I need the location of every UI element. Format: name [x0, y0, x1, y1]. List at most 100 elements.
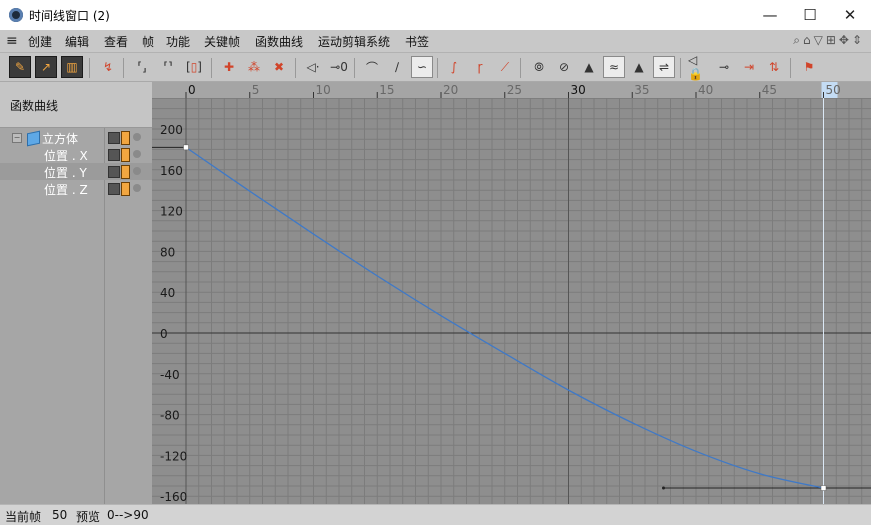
search-icon[interactable]: ⌕	[793, 33, 803, 47]
track-dot-icon[interactable]	[133, 184, 141, 192]
snap-key-icon[interactable]: ⚑	[798, 56, 820, 78]
menu-frame[interactable]: 帧	[142, 33, 154, 50]
menu-bookmarks[interactable]: 书签	[405, 33, 429, 50]
y-tick-label: 0	[160, 327, 168, 341]
track-edit-icon[interactable]	[108, 166, 120, 178]
window-title: 时间线窗口 (2)	[29, 9, 110, 23]
menu-functions[interactable]: 功能	[166, 33, 190, 50]
fcurve-mode-icon[interactable]: ↗	[35, 56, 57, 78]
ease-both-icon[interactable]: ⟋	[494, 56, 516, 78]
track-label: 位置 . Y	[44, 166, 87, 180]
zero-length-tangent-icon[interactable]: ◁·	[302, 56, 324, 78]
motion-mode-icon[interactable]: ▥	[61, 56, 83, 78]
nav-tools[interactable]: ⌕⌂▽⊞✥⇕	[793, 33, 865, 48]
clamp-tangent-icon[interactable]: ⦾	[528, 56, 550, 78]
fcurve-chart[interactable]: 0 5 10 15 20 25 30 35 40 45 50 200 160 120 80 40 0 -40 -80…	[152, 82, 871, 504]
lock-time-icon[interactable]: ▲	[628, 56, 650, 78]
menu-view[interactable]: 查看	[104, 33, 128, 50]
hamburger-icon[interactable]: ≡	[6, 34, 18, 48]
menu-edit[interactable]: 编辑	[65, 33, 89, 50]
new-window-icon[interactable]: ⊞	[826, 33, 839, 47]
key-mode-icon[interactable]: ✎	[9, 56, 31, 78]
menu-bar: ≡ 创建 编辑 查看 帧 功能 关键帧 函数曲线 运动剪辑系统 书签 ⌕⌂▽⊞✥…	[0, 30, 871, 53]
spline-interp-icon[interactable]: ⌒	[361, 56, 383, 78]
ruler-tick-label: 45	[762, 83, 777, 97]
keyframe-select-icon[interactable]: ↯	[97, 56, 119, 78]
y-tick-label: -40	[160, 368, 180, 382]
filter-icon[interactable]: ▽	[814, 33, 826, 47]
frame-all-icon[interactable]: ⸢⸣	[157, 56, 179, 78]
y-tick-label: 40	[160, 286, 175, 300]
add-key-icon[interactable]: ✚	[218, 56, 240, 78]
move-view-icon[interactable]: ✥	[839, 33, 852, 47]
current-frame-label: 当前帧	[5, 510, 42, 524]
remove-keys-icon[interactable]: ✖	[268, 56, 290, 78]
collapse-icon[interactable]: −	[12, 133, 22, 143]
menu-fcurve[interactable]: 函数曲线	[255, 33, 303, 50]
track-filmstrip-icon[interactable]	[121, 165, 130, 179]
track-row-pos-z[interactable]: 位置 . Z	[0, 180, 152, 197]
step-interp-icon[interactable]: ∽	[411, 56, 433, 78]
y-tick-label: 160	[160, 164, 183, 178]
graph-background	[152, 82, 871, 504]
frame-selected-icon[interactable]: [▯]	[183, 56, 205, 78]
track-filmstrip-icon[interactable]	[121, 148, 130, 162]
menu-motion-system[interactable]: 运动剪辑系统	[318, 33, 390, 50]
fcurve-graph[interactable]: 0 5 10 15 20 25 30 35 40 45 50 200 160 120 80 40 0 -40 -80…	[152, 82, 871, 504]
tangent-handle-dot	[662, 486, 665, 490]
ruler-tick-label: 20	[443, 83, 458, 97]
track-row-cube[interactable]: − 立方体	[0, 129, 152, 147]
menu-key[interactable]: 关键帧	[204, 33, 240, 50]
y-tick-label: -120	[160, 449, 187, 463]
track-edit-icon[interactable]	[108, 132, 120, 144]
ruler-tick-label: 10	[316, 83, 331, 97]
track-list-panel: 函数曲线 − 立方体 位置 . X 位置 . Y 位置 . Z	[0, 82, 152, 504]
ruler-tick-label: 5	[252, 83, 260, 97]
lock-key-value-icon[interactable]: ⇅	[763, 56, 785, 78]
maximize-button[interactable]: ☐	[790, 0, 830, 30]
zoom-view-icon[interactable]: ⇕	[852, 33, 865, 47]
y-tick-label: 80	[160, 245, 175, 259]
home-icon[interactable]: ⌂	[803, 33, 814, 47]
break-tangent-icon[interactable]: ⊘	[553, 56, 575, 78]
ruler-tick-label: 40	[698, 83, 713, 97]
track-row-pos-y[interactable]: 位置 . Y	[0, 163, 152, 180]
lock-weight-icon[interactable]: ▲	[578, 56, 600, 78]
ruler-tick-label: 50	[826, 83, 841, 97]
close-button[interactable]: ✕	[830, 0, 870, 30]
preview-range: 0-->90	[107, 508, 149, 522]
add-track-keys-icon[interactable]: ⁂	[243, 56, 265, 78]
y-tick-label: 120	[160, 205, 183, 219]
keyframe-point	[820, 485, 827, 491]
ease-out-icon[interactable]: ɼ	[469, 56, 491, 78]
track-edit-icon[interactable]	[108, 183, 120, 195]
menu-create[interactable]: 创建	[28, 33, 52, 50]
keyframe-point	[183, 144, 189, 151]
minimize-button[interactable]: —	[750, 0, 790, 30]
track-filmstrip-icon[interactable]	[121, 131, 130, 145]
lock-tangent-length-icon[interactable]: ⊸	[713, 56, 735, 78]
lock-tangent-icon[interactable]: ◁🔒	[688, 53, 710, 81]
track-edit-icon[interactable]	[108, 149, 120, 161]
track-dot-icon[interactable]	[133, 150, 141, 158]
track-filmstrip-icon[interactable]	[121, 182, 130, 196]
track-label: 位置 . Z	[44, 183, 88, 197]
track-dot-icon[interactable]	[133, 167, 141, 175]
cube-object-icon	[27, 130, 40, 147]
track-label: 立方体	[42, 132, 79, 146]
ruler-tick-label: 35	[634, 83, 649, 97]
y-tick-label: -160	[160, 490, 187, 504]
auto-weight-icon[interactable]: ≈	[603, 56, 625, 78]
y-tick-label: 200	[160, 123, 183, 137]
y-tick-label: -80	[160, 409, 180, 423]
frame-range-icon[interactable]: ⸢⸥	[131, 56, 153, 78]
ease-in-icon[interactable]: ∫	[443, 56, 465, 78]
toolbar: ✎ ↗ ▥ ↯ ⸢⸥ ⸢⸣ [▯] ✚ ⁂ ✖ ◁· ⊸0 ⌒ ∕ ∽ ∫ ɼ …	[0, 53, 871, 82]
lock-value-icon[interactable]: ⇌	[653, 56, 675, 78]
track-dot-icon[interactable]	[133, 133, 141, 141]
track-row-pos-x[interactable]: 位置 . X	[0, 146, 152, 163]
linear-interp-icon[interactable]: ∕	[386, 56, 408, 78]
lock-key-time-icon[interactable]: ⇥	[738, 56, 760, 78]
zero-angle-tangent-icon[interactable]: ⊸0	[328, 56, 350, 78]
ruler-tick-label: 30	[571, 83, 586, 97]
